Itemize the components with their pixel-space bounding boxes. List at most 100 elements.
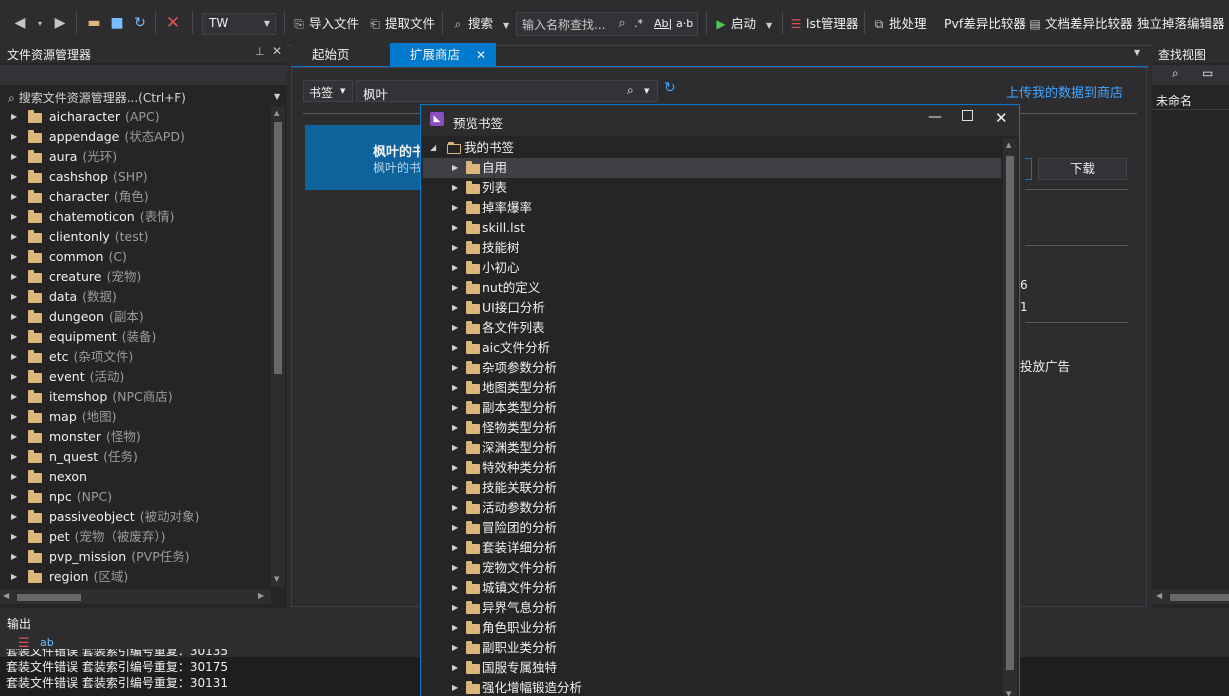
match-case-toggle[interactable]: Ab| (654, 14, 672, 34)
store-card[interactable]: 枫叶的书 枫叶的书 (305, 125, 435, 190)
bookmark-root[interactable]: ◢ 我的书签 (423, 138, 1001, 158)
close-icon[interactable]: ✕ (995, 109, 1008, 127)
upload-link[interactable]: 上传我的数据到商店 (1006, 82, 1123, 101)
expand-icon[interactable]: ▶ (452, 618, 458, 638)
close-icon[interactable]: ✕ (163, 13, 183, 33)
doc-diff-button[interactable]: ▤ 文档差异比较器 (1028, 14, 1132, 34)
expand-icon[interactable]: ▶ (452, 678, 458, 696)
expand-icon[interactable]: ▶ (11, 447, 17, 467)
expand-icon[interactable]: ▶ (452, 218, 458, 238)
expand-icon[interactable]: ▶ (11, 107, 17, 127)
tree-item[interactable]: ▶ nexon (0, 467, 270, 487)
store-filter-select[interactable]: 书签 ▼ (303, 80, 353, 102)
expand-icon[interactable]: ▶ (452, 478, 458, 498)
expand-icon[interactable]: ▶ (11, 507, 17, 527)
tree-item[interactable]: ▶ chatemoticon (表情) (0, 207, 270, 227)
expand-icon[interactable]: ▶ (11, 147, 17, 167)
bookmark-item[interactable]: ▶ UI接口分析 (423, 298, 1001, 318)
expand-icon[interactable]: ▶ (452, 578, 458, 598)
tab-start-page[interactable]: 起始页 (292, 43, 388, 67)
expand-icon[interactable]: ▶ (11, 547, 17, 567)
explorer-hscroll-thumb[interactable] (17, 594, 81, 601)
bookmark-item[interactable]: ▶ 异界气息分析 (423, 598, 1001, 618)
bookmark-item[interactable]: ▶ skill.lst (423, 218, 1001, 238)
bookmark-item[interactable]: ▶ nut的定义 (423, 278, 1001, 298)
expand-icon[interactable]: ▶ (11, 367, 17, 387)
expand-icon[interactable]: ▶ (452, 158, 458, 178)
tab-close-icon[interactable]: ✕ (476, 43, 486, 67)
bookmark-item[interactable]: ▶ 国服专属独特 (423, 658, 1001, 678)
expand-icon[interactable]: ▶ (11, 467, 17, 487)
batch-button[interactable]: ⧉ 批处理 (872, 14, 927, 34)
explorer-scroll-thumb[interactable] (274, 122, 282, 374)
bookmark-item[interactable]: ▶ 宠物文件分析 (423, 558, 1001, 578)
back-dropdown-icon[interactable]: ▾ (30, 13, 50, 33)
expand-icon[interactable]: ▶ (11, 267, 17, 287)
search-icon[interactable]: ⌕ (612, 13, 632, 33)
word-wrap-icon[interactable]: ab (40, 636, 54, 649)
tree-item[interactable]: ▶ n_quest (任务) (0, 447, 270, 467)
expand-icon[interactable]: ▶ (11, 307, 17, 327)
expand-icon[interactable]: ▶ (11, 407, 17, 427)
bookmark-item[interactable]: ▶ 城镇文件分析 (423, 578, 1001, 598)
tree-item[interactable]: ▶ cashshop (SHP) (0, 167, 270, 187)
expand-icon[interactable]: ▶ (452, 598, 458, 618)
forward-icon[interactable]: ▶ (50, 13, 70, 33)
expand-icon[interactable]: ▶ (452, 258, 458, 278)
chevron-down-icon[interactable]: ▼ (644, 87, 649, 95)
explorer-search-input[interactable]: ⌕ 搜索文件资源管理器...(Ctrl+F) ▼ (4, 87, 285, 107)
download-button[interactable]: 下载 (1038, 158, 1127, 180)
region-select[interactable]: TW ▼ (202, 13, 276, 35)
bookmark-item[interactable]: ▶ 掉率爆率 (423, 198, 1001, 218)
minimize-icon[interactable]: — (928, 109, 942, 125)
scroll-down-icon[interactable]: ▼ (1006, 690, 1011, 696)
bookmark-item[interactable]: ▶ 角色职业分析 (423, 618, 1001, 638)
maximize-icon[interactable] (962, 110, 973, 121)
tree-item[interactable]: ▶ monster (怪物) (0, 427, 270, 447)
bookmark-item[interactable]: ▶ 技能关联分析 (423, 478, 1001, 498)
expand-icon[interactable]: ▶ (11, 327, 17, 347)
search-icon[interactable]: ⌕ (1172, 66, 1179, 81)
tree-item[interactable]: ▶ common (C) (0, 247, 270, 267)
bookmark-item[interactable]: ▶ 特效种类分析 (423, 458, 1001, 478)
tree-item[interactable]: ▶ passiveobject (被动对象) (0, 507, 270, 527)
tree-item[interactable]: ▶ etc (杂项文件) (0, 347, 270, 367)
bookmark-item[interactable]: ▶ 冒险团的分析 (423, 518, 1001, 538)
tree-item[interactable]: ▶ region (区域) (0, 567, 270, 587)
collapse-icon[interactable]: ◢ (430, 138, 436, 158)
scroll-up-icon[interactable]: ▲ (274, 109, 279, 117)
expand-icon[interactable]: ▶ (452, 278, 458, 298)
lst-manager-button[interactable]: ☰ lst管理器 (789, 14, 859, 34)
close-icon[interactable]: ✕ (272, 44, 282, 58)
expand-icon[interactable]: ▶ (452, 338, 458, 358)
expand-icon[interactable]: ▶ (452, 198, 458, 218)
expand-icon[interactable]: ▶ (452, 658, 458, 678)
expand-icon[interactable]: ▶ (452, 438, 458, 458)
tree-item[interactable]: ▶ appendage (状态APD) (0, 127, 270, 147)
save-icon[interactable]: ■ (107, 13, 127, 33)
bookmark-item[interactable]: ▶ 活动参数分析 (423, 498, 1001, 518)
regex-toggle[interactable]: .* (634, 14, 643, 34)
tree-item[interactable]: ▶ npc (NPC) (0, 487, 270, 507)
expand-icon[interactable]: ▶ (452, 238, 458, 258)
scroll-left-icon[interactable]: ◀ (3, 591, 9, 600)
expand-icon[interactable]: ▶ (452, 398, 458, 418)
tab-extension-store[interactable]: 扩展商店 ✕ (390, 43, 496, 67)
expand-icon[interactable]: ▶ (11, 167, 17, 187)
expand-icon[interactable]: ▶ (452, 558, 458, 578)
bookmark-item[interactable]: ▶ 地图类型分析 (423, 378, 1001, 398)
extract-file-button[interactable]: ⎗ 提取文件 (368, 14, 435, 34)
search-icon[interactable]: ⌕ (627, 83, 634, 98)
tree-item[interactable]: ▶ pvp_mission (PVP任务) (0, 547, 270, 567)
bookmark-item[interactable]: ▶ 各文件列表 (423, 318, 1001, 338)
tree-item[interactable]: ▶ equipment (装备) (0, 327, 270, 347)
expand-icon[interactable]: ▶ (11, 487, 17, 507)
expand-icon[interactable]: ▶ (452, 418, 458, 438)
expand-icon[interactable]: ▶ (11, 567, 17, 587)
expand-icon[interactable]: ▶ (11, 227, 17, 247)
open-folder-icon[interactable]: ▬ (84, 13, 104, 33)
refresh-icon[interactable]: ↻ (664, 80, 676, 96)
explorer-horizontal-scrollbar[interactable]: ◀ ▶ (0, 590, 271, 604)
start-button[interactable]: ▶ 启动 ▼ (714, 14, 772, 34)
expand-icon[interactable]: ▶ (452, 638, 458, 658)
